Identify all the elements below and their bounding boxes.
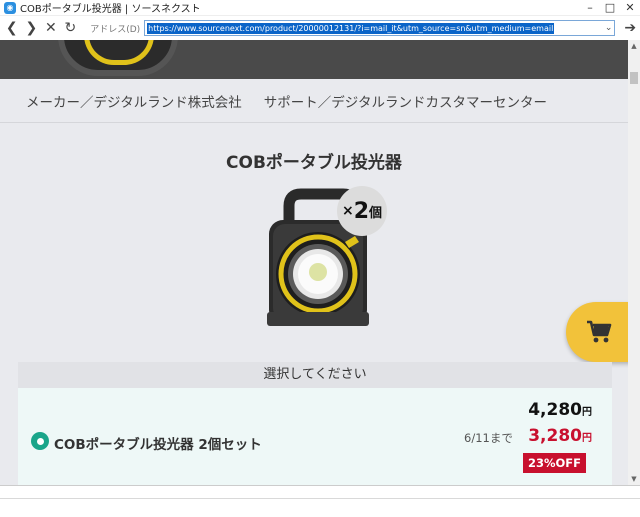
quantity-badge-unit: 個 (369, 205, 383, 221)
stop-button[interactable]: ✕ (41, 16, 61, 40)
sale-deadline: 6/11まで (464, 431, 513, 445)
maker-info-bar: メーカー／デジタルランド株式会社 サポート／デジタルランドカスタマーセンター (0, 79, 628, 123)
original-price-value: 4,280 (528, 400, 582, 420)
cart-icon (587, 320, 612, 343)
original-price: 4,280円 (528, 400, 592, 420)
scroll-up-icon[interactable]: ▲ (628, 40, 640, 52)
hero-image (0, 40, 628, 79)
support-link[interactable]: サポート／デジタルランドカスタマーセンター (264, 91, 547, 111)
app-icon: ◉ (4, 1, 16, 14)
currency-label: 円 (582, 433, 592, 444)
product-image: × 2 個 (265, 186, 387, 331)
maximize-button[interactable]: □ (600, 0, 620, 16)
scroll-thumb[interactable] (630, 72, 638, 84)
option-row[interactable]: COBポータブル投光器 2個セット 6/11まで 4,280円 3,280円 2… (18, 388, 612, 485)
discount-badge: 23%OFF (523, 453, 586, 473)
currency-label: 円 (582, 407, 592, 418)
page-viewport: メーカー／デジタルランド株式会社 サポート／デジタルランドカスタマーセンター C… (0, 40, 628, 485)
quantity-badge: × 2 個 (337, 186, 387, 236)
sale-price: 3,280円 (528, 426, 592, 446)
arrow-right-icon: ❯ (25, 20, 38, 36)
window-title: COBポータブル投光器 | ソースネクスト (20, 4, 201, 15)
quantity-badge-prefix: × (341, 203, 354, 219)
maker-link[interactable]: メーカー／デジタルランド株式会社 (26, 91, 242, 111)
quantity-badge-number: 2 (353, 198, 370, 224)
sale-price-value: 3,280 (528, 426, 582, 446)
window-titlebar: ◉ COBポータブル投光器 | ソースネクスト – □ ✕ (0, 0, 640, 16)
reload-icon: ↻ (64, 20, 77, 36)
address-input[interactable]: https://www.sourcenext.com/product/20000… (144, 20, 616, 36)
address-toolbar: ❮ ❯ ✕ ↻ アドレス(D) https://www.sourcenext.c… (0, 16, 640, 40)
arrow-left-icon: ❮ (5, 20, 18, 36)
option-selector: 選択してください COBポータブル投光器 2個セット 6/11まで 4,280円… (18, 362, 612, 485)
product-title: COBポータブル投光器 (226, 153, 402, 173)
lamp-image-top (58, 40, 178, 76)
option-label[interactable]: COBポータブル投光器 2個セット (54, 433, 262, 453)
window-controls: – □ ✕ (580, 0, 640, 16)
back-button[interactable]: ❮ (2, 16, 22, 40)
scroll-down-icon[interactable]: ▼ (628, 473, 640, 485)
arrow-right-icon: ➔ (624, 20, 637, 36)
minimize-button[interactable]: – (580, 0, 600, 16)
address-url[interactable]: https://www.sourcenext.com/product/20000… (147, 22, 555, 34)
selector-header: 選択してください (18, 362, 612, 388)
option-radio[interactable] (31, 432, 49, 450)
status-bar (0, 485, 640, 517)
chevron-down-icon[interactable]: ⌄ (605, 21, 613, 35)
cart-button[interactable] (566, 302, 628, 362)
forward-button[interactable]: ❯ (22, 16, 42, 40)
reload-button[interactable]: ↻ (61, 16, 81, 40)
status-divider (0, 498, 640, 499)
address-label: アドレス(D) (90, 24, 141, 35)
go-button[interactable]: ➔ (620, 20, 640, 36)
close-button[interactable]: ✕ (620, 0, 640, 16)
vertical-scrollbar[interactable]: ▲ ▼ (628, 40, 640, 485)
close-icon: ✕ (45, 20, 57, 36)
